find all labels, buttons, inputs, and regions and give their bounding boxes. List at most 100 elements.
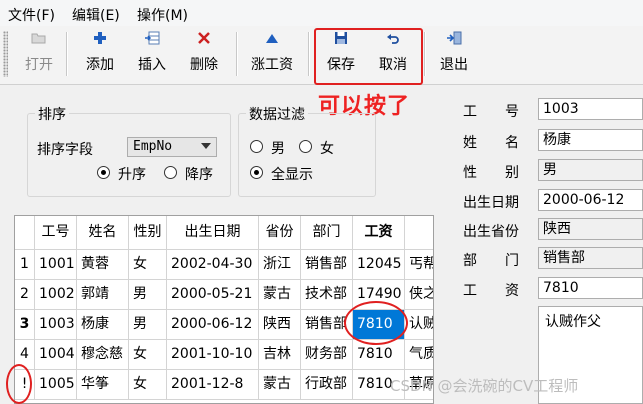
sort-asc-radio[interactable] [97,166,110,179]
save-cancel-highlight-box [314,28,423,85]
watermark: CSDN @会洗碗的CV工程师 [390,377,579,395]
delete-x-icon [184,30,224,52]
birthdate-field[interactable]: 2000-06-12 [538,189,643,211]
raise-salary-button[interactable]: 涨工资 [248,30,296,78]
filter-group-title: 数据过滤 [246,104,308,124]
grid-cell[interactable]: 2000-05-21 [167,280,259,310]
row-indicator-current[interactable]: 3 [15,310,35,340]
filter-group [238,113,376,197]
column-header[interactable]: 性别 [129,216,167,250]
detail-label-department: 部 门 [463,253,519,269]
insert-row-icon [132,30,172,52]
department-field[interactable]: 销售部 [538,247,643,269]
sort-asc-label[interactable]: 升序 [118,164,146,184]
grid-cell[interactable]: 2000-06-12 [167,310,259,340]
province-field[interactable]: 陕西 [538,218,643,240]
grid-cell[interactable]: 行政部 [301,370,353,400]
grid-cell[interactable]: 财务部 [301,340,353,370]
grid-cell[interactable]: 陕西 [259,310,301,340]
exit-door-icon [434,30,474,52]
filter-female-label[interactable]: 女 [320,138,334,158]
grid-cell[interactable]: 穆念慈 [77,340,129,370]
insert-button[interactable]: 插入 [132,30,172,78]
menu-bar: 文件(F) 编辑(E) 操作(M) [0,0,643,26]
delete-button[interactable]: 删除 [184,30,224,78]
filter-male-radio[interactable] [250,140,263,153]
grid-cell[interactable]: 浙江 [259,250,301,280]
grid-cell[interactable]: 2002-04-30 [167,250,259,280]
grid-cell[interactable]: 男 [129,310,167,340]
filter-all-label[interactable]: 全显示 [271,164,313,184]
arrow-up-icon [248,30,296,52]
grid-cell[interactable]: 2001-10-10 [167,340,259,370]
grid-cell[interactable]: 销售部 [301,250,353,280]
filter-all-radio[interactable] [250,166,263,179]
menu-edit[interactable]: 编辑(E) [72,5,120,25]
column-header[interactable]: 姓名 [77,216,129,250]
grid-cell[interactable]: 2001-12-8 [167,370,259,400]
chevron-down-icon [201,143,211,149]
filter-female-radio[interactable] [299,140,312,153]
sort-desc-radio[interactable] [164,166,177,179]
grid-cell[interactable]: 12045 [353,250,405,280]
column-header[interactable]: 部门 [301,216,353,250]
detail-label-birthdate: 出生日期 [463,195,519,211]
sort-field-value: EmpNo [133,139,173,154]
grid-cell[interactable]: 1003 [35,310,77,340]
grid-cell[interactable]: 女 [129,370,167,400]
gender-field[interactable]: 男 [538,159,643,181]
column-header[interactable] [405,216,433,250]
toolbar-grip[interactable] [3,31,8,77]
row-indicator[interactable]: 1 [15,250,35,280]
empno-field[interactable]: 1003 [538,98,643,120]
grid-cell[interactable]: 男 [129,280,167,310]
detail-label-salary: 工 资 [463,283,519,299]
grid-cell[interactable]: 气质 [405,340,433,370]
row-indicator[interactable]: 2 [15,280,35,310]
grid-cell[interactable]: 郭靖 [77,280,129,310]
detail-label-province: 出生省份 [463,224,519,240]
detail-label-name: 姓 名 [463,135,519,151]
sort-field-select[interactable]: EmpNo [127,137,217,157]
selected-cell-highlight-ellipse [344,301,408,345]
detail-label-gender: 性 别 [463,165,519,181]
name-field[interactable]: 杨康 [538,129,643,151]
grid-cell[interactable]: 蒙古 [259,280,301,310]
grid-cell[interactable]: 1001 [35,250,77,280]
grid-cell[interactable]: 蒙古 [259,370,301,400]
plus-icon [80,30,120,52]
add-button[interactable]: 添加 [80,30,120,78]
salary-field[interactable]: 7810 [538,277,643,299]
grid-cell[interactable]: 1002 [35,280,77,310]
toolbar-separator [236,32,238,76]
grid-cell[interactable]: 1004 [35,340,77,370]
menu-operate[interactable]: 操作(M) [137,5,188,25]
modified-row-highlight-ellipse [6,364,32,404]
column-header[interactable]: 工号 [35,216,77,250]
grid-cell[interactable]: 杨康 [77,310,129,340]
toolbar-separator [424,32,426,76]
exit-button[interactable]: 退出 [434,30,474,78]
grid-cell[interactable]: 丐帮 [405,250,433,280]
grid-cell[interactable]: 女 [129,340,167,370]
grid-cell[interactable]: 认贼 [405,310,433,340]
column-header[interactable]: 工资 [353,216,405,250]
toolbar-separator [66,32,68,76]
open-button[interactable]: 打开 [18,30,60,78]
grid-cell[interactable]: 华筝 [77,370,129,400]
sort-desc-label[interactable]: 降序 [185,164,213,184]
detail-label-empno: 工 号 [463,104,519,120]
grid-cell[interactable]: 侠之 [405,280,433,310]
grid-cell[interactable]: 1005 [35,370,77,400]
grid-cell[interactable]: 技术部 [301,280,353,310]
menu-file[interactable]: 文件(F) [8,5,55,25]
grid-cell[interactable]: 黄蓉 [77,250,129,280]
filter-male-label[interactable]: 男 [271,138,285,158]
column-header[interactable]: 出生日期 [167,216,259,250]
grid-cell[interactable]: 吉林 [259,340,301,370]
column-header[interactable]: 省份 [259,216,301,250]
grid-cell[interactable]: 女 [129,250,167,280]
sort-group-title: 排序 [35,104,69,124]
sort-field-label: 排序字段 [37,142,93,158]
folder-open-icon [18,30,60,52]
